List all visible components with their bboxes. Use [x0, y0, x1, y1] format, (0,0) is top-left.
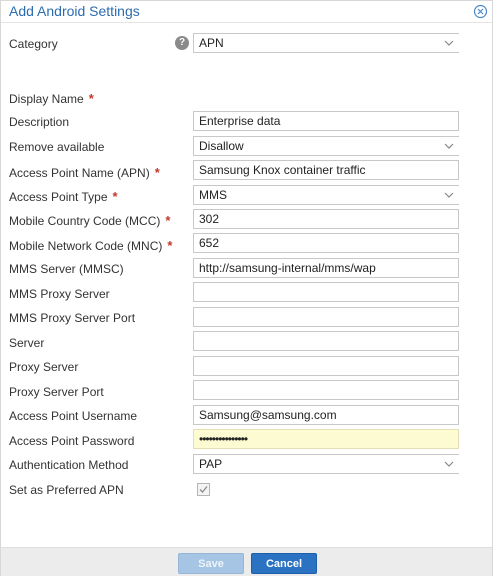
- auth-method-select[interactable]: PAP: [193, 454, 459, 474]
- proxy-server-field[interactable]: [193, 356, 459, 376]
- ap-password-field[interactable]: •••••••••••••••: [193, 429, 459, 449]
- proxy-server-label: Proxy Server: [9, 360, 79, 374]
- remove-available-select[interactable]: Disallow: [193, 136, 459, 156]
- question-circle-icon[interactable]: ?: [175, 36, 189, 50]
- description-field[interactable]: [193, 111, 459, 131]
- mnc-field[interactable]: [193, 233, 459, 253]
- mms-proxy-port-field[interactable]: [193, 307, 459, 327]
- ap-username-label: Access Point Username: [9, 409, 138, 423]
- display-name-label-text: Display Name: [9, 92, 84, 106]
- mmsc-field[interactable]: [193, 258, 459, 278]
- remove-available-value: Disallow: [199, 139, 244, 153]
- chevron-down-icon: [444, 192, 454, 198]
- mcc-label: Mobile Country Code (MCC) *: [9, 213, 170, 228]
- auth-method-value: PAP: [199, 457, 223, 471]
- mnc-label-text: Mobile Network Code (MNC): [9, 239, 163, 253]
- required-marker: *: [112, 189, 118, 204]
- required-marker: *: [154, 165, 160, 180]
- remove-available-label: Remove available: [9, 140, 105, 154]
- server-field[interactable]: [193, 331, 459, 351]
- proxy-port-field[interactable]: [193, 380, 459, 400]
- mmsc-label: MMS Server (MMSC): [9, 262, 124, 276]
- mcc-label-text: Mobile Country Code (MCC): [9, 214, 161, 228]
- dialog-footer: Save Cancel: [1, 547, 492, 576]
- apn-type-select[interactable]: MMS: [193, 185, 459, 205]
- apn-type-label-text: Access Point Type: [9, 190, 108, 204]
- preferred-apn-label: Set as Preferred APN: [9, 483, 124, 497]
- mms-proxy-port-label: MMS Proxy Server Port: [9, 311, 136, 325]
- required-marker: *: [167, 238, 173, 253]
- cancel-button[interactable]: Cancel: [251, 553, 317, 574]
- category-value: APN: [199, 36, 224, 50]
- mms-proxy-server-field[interactable]: [193, 282, 459, 302]
- server-label: Server: [9, 336, 45, 350]
- chevron-down-icon: [444, 143, 454, 149]
- add-android-settings-dialog: Add Android Settings Category ? APN Disp…: [0, 0, 493, 576]
- close-circle-icon[interactable]: [473, 4, 488, 19]
- dialog-titlebar: Add Android Settings: [1, 1, 492, 23]
- mcc-field[interactable]: [193, 209, 459, 229]
- check-icon: [199, 486, 208, 493]
- category-label: Category: [9, 37, 58, 51]
- preferred-apn-checkbox[interactable]: [197, 483, 210, 496]
- mnc-label: Mobile Network Code (MNC) *: [9, 238, 172, 253]
- chevron-down-icon: [444, 461, 454, 467]
- chevron-down-icon: [444, 40, 454, 46]
- mms-proxy-server-label: MMS Proxy Server: [9, 287, 110, 301]
- save-button[interactable]: Save: [178, 553, 244, 574]
- description-label: Description: [9, 115, 70, 129]
- ap-password-label: Access Point Password: [9, 434, 135, 448]
- apn-type-label: Access Point Type *: [9, 189, 118, 204]
- ap-username-field[interactable]: [193, 405, 459, 425]
- apn-label-text: Access Point Name (APN): [9, 166, 150, 180]
- apn-label: Access Point Name (APN) *: [9, 165, 160, 180]
- display-name-label: Display Name *: [9, 91, 94, 106]
- required-marker: *: [88, 91, 94, 106]
- category-select[interactable]: APN: [193, 33, 459, 53]
- apn-type-value: MMS: [199, 188, 227, 202]
- proxy-port-label: Proxy Server Port: [9, 385, 104, 399]
- auth-method-label: Authentication Method: [9, 458, 129, 472]
- required-marker: *: [165, 213, 171, 228]
- dialog-title: Add Android Settings: [9, 3, 140, 19]
- apn-field[interactable]: [193, 160, 459, 180]
